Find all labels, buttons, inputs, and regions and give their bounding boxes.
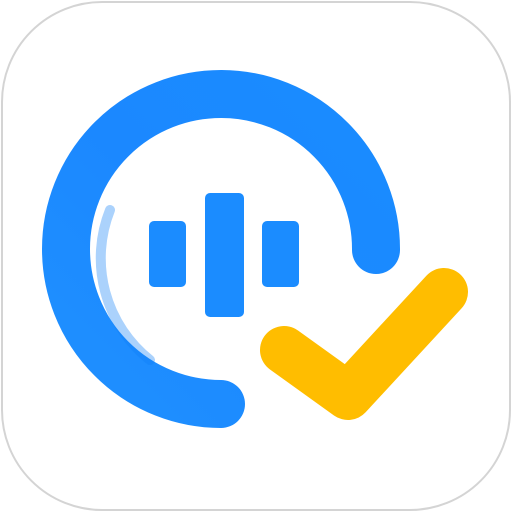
sound-bar-left	[149, 221, 186, 287]
sound-bar-center	[205, 193, 244, 317]
sound-bar-right	[262, 221, 299, 287]
app-icon[interactable]	[0, 0, 512, 512]
app-icon-graphic	[1, 1, 511, 511]
